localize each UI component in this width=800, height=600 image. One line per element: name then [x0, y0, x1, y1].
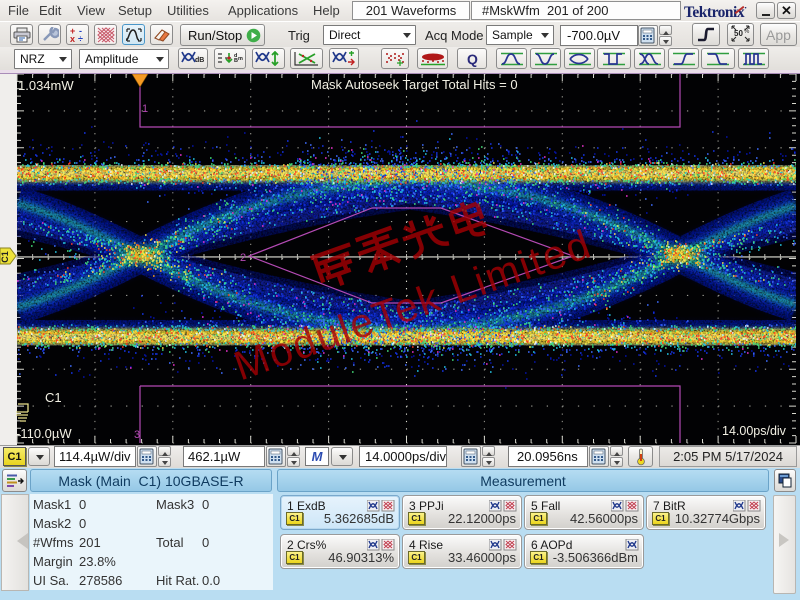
svg-text:dB: dB [195, 57, 204, 64]
svg-text:C1: C1 [0, 251, 10, 263]
svg-text:2: 2 [240, 252, 246, 264]
svg-text:m: m [238, 56, 243, 62]
svg-text:1.034mW: 1.034mW [18, 78, 74, 93]
svg-text:50: 50 [734, 29, 743, 38]
svg-text:÷: ÷ [78, 34, 83, 43]
svg-text:1: 1 [142, 103, 148, 115]
svg-text:3: 3 [134, 429, 140, 441]
svg-text:Mask Autoseek Target Total Hit: Mask Autoseek Target Total Hits = 0 [311, 77, 518, 92]
svg-text:Q: Q [467, 51, 478, 67]
svg-text:C1: C1 [45, 390, 62, 405]
svg-text:14.00ps/div: 14.00ps/div [722, 424, 787, 438]
svg-text:-110.0µW: -110.0µW [16, 426, 72, 441]
svg-text:x: x [70, 34, 75, 43]
